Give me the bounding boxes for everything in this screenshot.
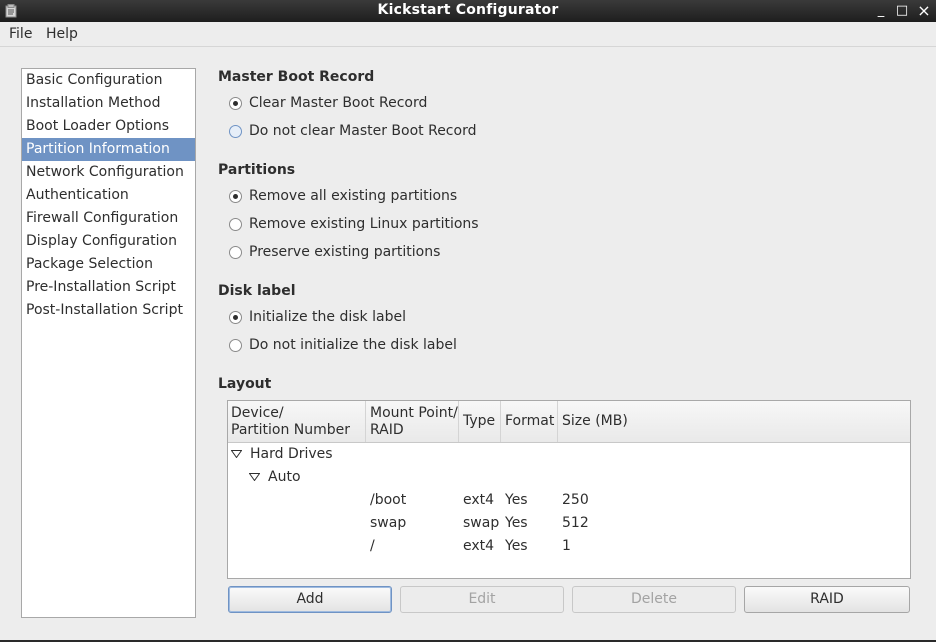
row-format: Yes [505,538,528,554]
close-icon[interactable]: × [916,2,932,20]
sidebar-nav: Basic Configuration Installation Method … [21,68,196,618]
radio-label: Do not clear Master Boot Record [249,123,477,139]
row-type: swap [463,515,500,531]
tree-node-auto[interactable]: Auto [268,469,301,485]
sidebar-item-basic-configuration[interactable]: Basic Configuration [22,69,195,92]
radio-remove-all-partitions[interactable] [229,189,242,203]
row-size: 512 [562,515,589,531]
sidebar-item-post-installation-script[interactable]: Post-Installation Script [22,299,195,322]
column-header-mount-point[interactable]: Mount Point/ RAID [367,401,459,442]
column-header-size[interactable]: Size (MB) [559,401,910,442]
partitions-remove-all-option[interactable]: Remove all existing partitions [229,186,457,206]
minimize-icon[interactable]: _ [873,2,889,20]
radio-do-not-initialize-disk-label[interactable] [229,338,242,352]
row-type: ext4 [463,492,495,508]
partitions-remove-linux-option[interactable]: Remove existing Linux partitions [229,214,479,234]
column-header-type[interactable]: Type [460,401,501,442]
partitions-section-title: Partitions [218,162,296,178]
row-type: ext4 [463,538,495,554]
radio-initialize-disk-label[interactable] [229,310,242,324]
radio-label: Remove all existing partitions [249,188,458,204]
sidebar-item-firewall-configuration[interactable]: Firewall Configuration [22,207,195,230]
raid-button[interactable]: RAID [744,586,910,613]
row-format: Yes [505,492,528,508]
edit-button[interactable]: Edit [400,586,564,613]
radio-label: Remove existing Linux partitions [249,216,479,232]
sidebar-item-partition-information[interactable]: Partition Information [22,138,195,161]
column-header-device-line1: Device/ [231,405,284,421]
window-title: Kickstart Configurator [377,2,559,18]
expander-open-icon[interactable] [249,473,260,481]
sidebar-item-network-configuration[interactable]: Network Configuration [22,161,195,184]
radio-label: Initialize the disk label [249,309,406,325]
maximize-icon[interactable]: □ [894,2,910,20]
radio-label: Preserve existing partitions [249,244,441,260]
radio-label: Do not initialize the disk label [249,337,457,353]
radio-clear-mbr[interactable] [229,96,242,110]
disklabel-init-option[interactable]: Initialize the disk label [229,307,406,327]
expander-open-icon[interactable] [231,450,242,458]
radio-preserve-partitions[interactable] [229,245,242,259]
menu-help[interactable]: Help [46,26,78,42]
row-size: 1 [562,538,571,554]
delete-button[interactable]: Delete [572,586,736,613]
column-header-mount-line1: Mount Point/ [370,405,458,421]
sidebar-item-package-selection[interactable]: Package Selection [22,253,195,276]
partitions-preserve-option[interactable]: Preserve existing partitions [229,242,440,262]
disklabel-noinit-option[interactable]: Do not initialize the disk label [229,335,457,355]
sidebar-item-authentication[interactable]: Authentication [22,184,195,207]
row-mount-point: swap [370,515,407,531]
menu-file[interactable]: File [9,26,32,42]
column-header-device[interactable]: Device/ Partition Number [228,401,366,442]
mbr-section-title: Master Boot Record [218,69,375,85]
row-mount-point: /boot [370,492,407,508]
add-button[interactable]: Add [228,586,392,613]
radio-remove-linux-partitions[interactable] [229,217,242,231]
menubar: File Help [0,22,936,47]
sidebar-item-boot-loader-options[interactable]: Boot Loader Options [22,115,195,138]
sidebar-item-installation-method[interactable]: Installation Method [22,92,195,115]
layout-section-title: Layout [218,376,272,392]
mbr-noclear-option[interactable]: Do not clear Master Boot Record [229,121,476,141]
row-mount-point: / [370,538,375,554]
sidebar-item-display-configuration[interactable]: Display Configuration [22,230,195,253]
column-header-format[interactable]: Format [502,401,558,442]
row-format: Yes [505,515,528,531]
mbr-clear-option[interactable]: Clear Master Boot Record [229,93,427,113]
disklabel-section-title: Disk label [218,283,296,299]
window-titlebar: Kickstart Configurator _ □ × [0,0,936,22]
tree-header: Device/ Partition Number Mount Point/ RA… [228,401,910,443]
row-size: 250 [562,492,589,508]
radio-do-not-clear-mbr[interactable] [229,124,242,138]
sidebar-item-pre-installation-script[interactable]: Pre-Installation Script [22,276,195,299]
column-header-device-line2: Partition Number [231,422,351,438]
tree-node-hard-drives[interactable]: Hard Drives [250,446,333,462]
radio-label: Clear Master Boot Record [249,95,428,111]
column-header-mount-line2: RAID [370,422,404,438]
partition-layout-tree[interactable]: Device/ Partition Number Mount Point/ RA… [227,400,911,579]
